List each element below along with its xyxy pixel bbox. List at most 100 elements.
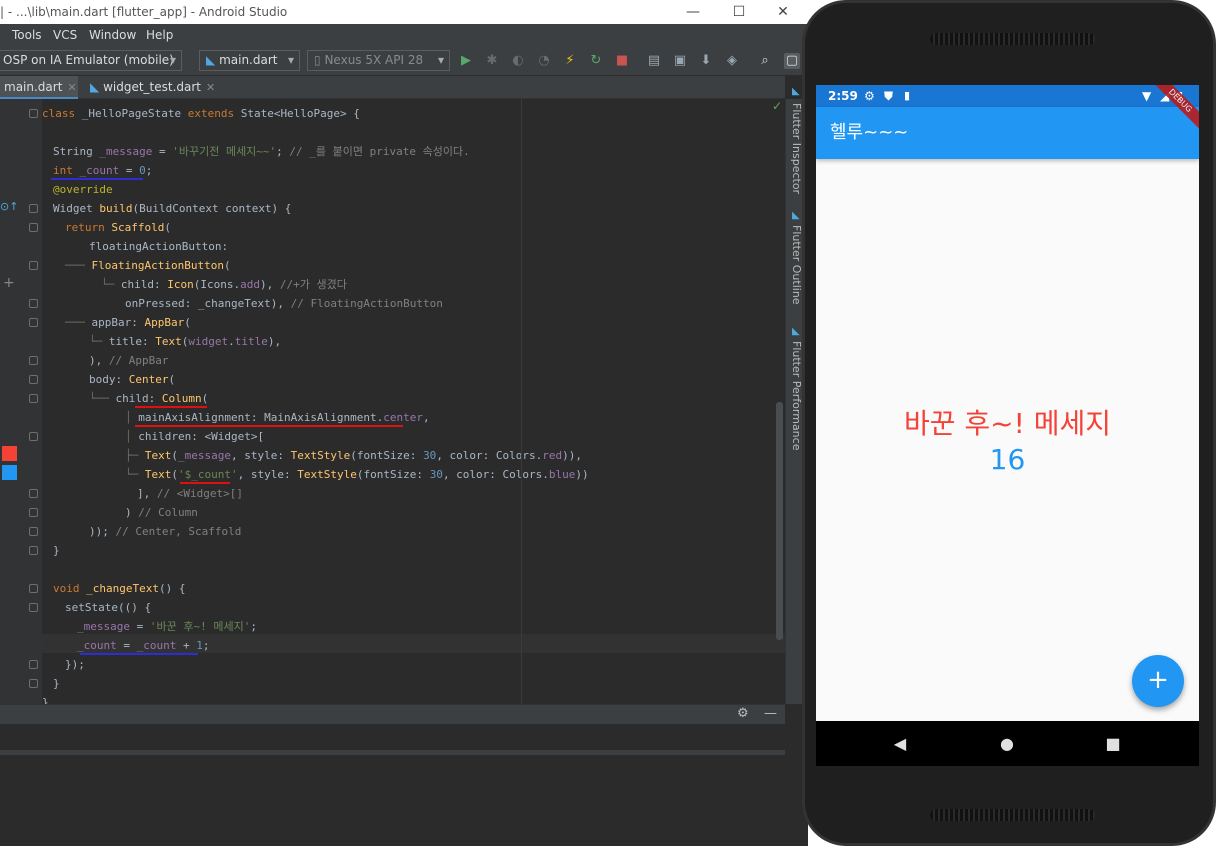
tab-label: widget_test.dart bbox=[103, 80, 202, 94]
hot-reload-icon[interactable]: ⚡ bbox=[562, 53, 578, 69]
avd-manager-icon[interactable]: ▣ bbox=[672, 53, 688, 69]
code-line: └─ child: Icon(Icons.add), //+가 생겼다 bbox=[101, 278, 347, 291]
device-config-label: OSP on IA Emulator (mobile) bbox=[3, 53, 174, 67]
status-time: 2:59 bbox=[828, 89, 858, 103]
fold-marker-icon[interactable] bbox=[29, 261, 38, 270]
code-line: )); // Center, Scaffold bbox=[89, 525, 242, 538]
wifi-icon: ▼ bbox=[1142, 89, 1152, 103]
menu-vcs[interactable]: VCS bbox=[53, 24, 77, 46]
device-config-dropdown[interactable]: OSP on IA Emulator (mobile) ▾ bbox=[0, 50, 182, 71]
hot-restart-icon[interactable]: ↻ bbox=[588, 53, 604, 69]
code-line: } bbox=[53, 544, 60, 557]
code-line: Widget build(BuildContext context) { bbox=[53, 202, 292, 215]
phone-screen[interactable]: 2:59 ⚙ ⛊ ▮ ▼ ◢ ▮ 헬루~~~ DEBUG 바꾼 후~! 메세지 … bbox=[816, 85, 1199, 766]
fold-marker-icon[interactable] bbox=[29, 679, 38, 688]
code-line: setState(() { bbox=[65, 601, 152, 614]
blue-underline-increment bbox=[80, 653, 198, 655]
close-window-button[interactable]: ✕ bbox=[768, 0, 798, 24]
status-bar: 2:59 ⚙ ⛊ ▮ ▼ ◢ ▮ bbox=[816, 85, 1199, 107]
fold-marker-icon[interactable] bbox=[29, 223, 38, 232]
fold-marker-icon[interactable] bbox=[29, 375, 38, 384]
tab-widget-test-dart[interactable]: ◣ widget_test.dart ✕ bbox=[86, 76, 215, 99]
flutter-icon: ◣ bbox=[792, 210, 800, 221]
recents-button[interactable]: ■ bbox=[1093, 721, 1133, 766]
close-tab-icon[interactable]: ✕ bbox=[67, 81, 76, 94]
account-icon[interactable]: ▢ bbox=[784, 53, 800, 69]
code-line: }); bbox=[65, 658, 85, 671]
project-structure-icon[interactable]: ◈ bbox=[724, 53, 740, 69]
minimize-button[interactable]: — bbox=[678, 0, 708, 24]
fold-marker-icon[interactable] bbox=[29, 546, 38, 555]
fold-marker-icon[interactable] bbox=[29, 432, 38, 441]
code-line: void _changeText() { bbox=[53, 582, 186, 595]
code-line: String _message = '바꾸기전 메세지~~'; // _를 붙이… bbox=[53, 145, 470, 158]
menu-bar: Tools VCS Window Help bbox=[0, 24, 808, 46]
fold-marker-icon[interactable] bbox=[29, 603, 38, 612]
profile-icon[interactable]: ◔ bbox=[536, 53, 552, 69]
tab-main-dart[interactable]: main.dart ✕ bbox=[0, 76, 78, 99]
home-button[interactable]: ● bbox=[987, 721, 1027, 766]
fold-marker-icon[interactable] bbox=[29, 204, 38, 213]
code-line: ), // AppBar bbox=[89, 354, 169, 367]
fold-marker-icon[interactable] bbox=[29, 508, 38, 517]
fold-marker-icon[interactable] bbox=[29, 660, 38, 669]
bottom-tool-panel-header: ⚙ — bbox=[0, 704, 785, 724]
fold-marker-icon[interactable] bbox=[29, 584, 38, 593]
override-marker-icon[interactable]: ⊙↑ bbox=[0, 200, 18, 213]
stop-icon[interactable]: ■ bbox=[614, 53, 630, 69]
sdk-manager-icon[interactable]: ⬇ bbox=[698, 53, 714, 69]
fold-marker-icon[interactable] bbox=[29, 394, 38, 403]
code-line: return Scaffold( bbox=[65, 221, 171, 234]
debug-icon[interactable]: ✱ bbox=[484, 53, 500, 69]
gear-icon: ⚙ bbox=[864, 89, 875, 103]
editor-scrollbar[interactable] bbox=[776, 402, 783, 640]
fold-marker-icon[interactable] bbox=[29, 299, 38, 308]
flutter-icon: ◣ bbox=[206, 53, 216, 67]
add-fab-button[interactable]: + bbox=[1132, 655, 1184, 707]
code-line: } bbox=[53, 677, 60, 690]
fold-marker-icon[interactable] bbox=[29, 318, 38, 327]
search-icon[interactable]: ⌕ bbox=[757, 53, 773, 69]
bottom-tool-panel bbox=[0, 724, 808, 846]
fold-marker-icon[interactable] bbox=[29, 489, 38, 498]
back-button[interactable]: ◀ bbox=[880, 721, 920, 766]
code-line: ) // Column bbox=[125, 506, 198, 519]
run-icon[interactable]: ▶ bbox=[458, 53, 474, 69]
maximize-button[interactable]: ☐ bbox=[724, 0, 754, 24]
fold-marker-icon[interactable] bbox=[29, 109, 38, 118]
right-margin-guide bbox=[521, 99, 522, 704]
phone-icon: ▯ bbox=[314, 53, 321, 67]
coverage-icon[interactable]: ◐ bbox=[510, 53, 526, 69]
main-toolbar: OSP on IA Emulator (mobile) ▾ ◣ main.dar… bbox=[0, 46, 808, 76]
menu-window[interactable]: Window bbox=[89, 24, 136, 46]
speaker-grille bbox=[930, 809, 1095, 821]
menu-help[interactable]: Help bbox=[146, 24, 173, 46]
code-line: ├─ Text(_message, style: TextStyle(fontS… bbox=[125, 449, 583, 462]
gear-icon[interactable]: ⚙ bbox=[737, 705, 749, 723]
fold-marker-icon[interactable] bbox=[29, 527, 38, 536]
add-icon: + bbox=[3, 275, 15, 291]
code-line: ─── appBar: AppBar( bbox=[65, 316, 191, 329]
flutter-test-icon: ◣ bbox=[90, 80, 100, 94]
red-underline-alignment bbox=[135, 425, 403, 427]
code-line: │ children: <Widget>[ bbox=[125, 430, 265, 443]
target-device-label: Nexus 5X API 28 bbox=[324, 53, 424, 67]
sync-project-icon[interactable]: ▤ bbox=[646, 53, 662, 69]
run-config-dropdown[interactable]: ◣ main.dart ▾ bbox=[199, 50, 300, 71]
target-device-dropdown[interactable]: ▯ Nexus 5X API 28 ▾ bbox=[307, 50, 450, 71]
chevron-down-icon: ▾ bbox=[437, 53, 444, 67]
count-text: 16 bbox=[989, 443, 1026, 476]
add-icon: + bbox=[1147, 665, 1169, 695]
code-editor[interactable]: ✓ class _HelloPageState extends State<He… bbox=[42, 99, 785, 704]
code-line: class _HelloPageState extends State<Hell… bbox=[42, 107, 360, 120]
code-line: } bbox=[42, 696, 49, 704]
menu-tools[interactable]: Tools bbox=[12, 24, 42, 46]
close-tab-icon[interactable]: ✕ bbox=[206, 81, 215, 94]
chevron-down-icon: ▾ bbox=[287, 53, 294, 67]
minimize-panel-icon[interactable]: — bbox=[764, 705, 777, 723]
window-title: | - ...\lib\main.dart [flutter_app] - An… bbox=[0, 5, 288, 19]
red-underline-column bbox=[135, 406, 207, 408]
code-line: _message = '바꾼 후~! 메세지'; bbox=[77, 620, 257, 633]
red-underline-count-text bbox=[180, 482, 230, 484]
fold-marker-icon[interactable] bbox=[29, 356, 38, 365]
